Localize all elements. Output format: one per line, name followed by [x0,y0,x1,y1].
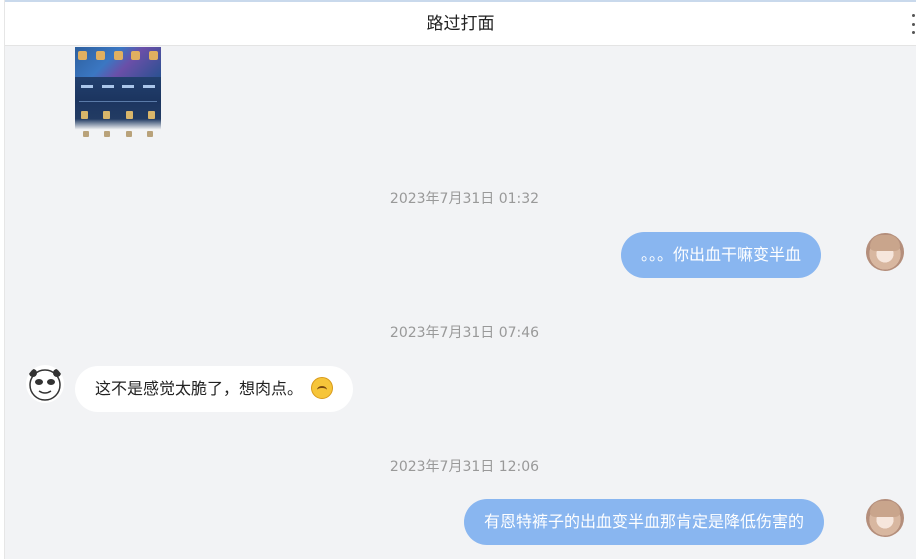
message-timestamp: 2023年7月31日 07:46 [389,325,540,341]
shared-screenshot-image[interactable] [75,47,161,143]
contact-avatar[interactable] [26,365,64,403]
my-avatar[interactable] [866,499,904,537]
contact-message-bubble[interactable]: 这不是感觉太脆了，想肉点。 [75,366,354,412]
chat-window: 路过打面 2023年7月31日 01:32 。。。你出血干嘛变半血 2023年7… [0,0,916,559]
my-message-bubble[interactable]: 。。。你出血干嘛变半血 [621,232,822,278]
chat-header: 路过打面 [5,2,916,46]
message-timestamp: 2023年7月31日 12:06 [389,459,540,475]
chat-title: 路过打面 [426,14,495,34]
my-message-bubble[interactable]: 有恩特裤子的出血变半血那肯定是降低伤害的 [464,499,825,545]
laugh-emoji-icon [311,376,334,399]
contact-message-text: 这不是感觉太脆了，想肉点。 [95,379,304,398]
message-timestamp: 2023年7月31日 01:32 [389,191,540,207]
more-vertical-icon[interactable] [912,14,916,34]
my-avatar[interactable] [866,233,904,271]
